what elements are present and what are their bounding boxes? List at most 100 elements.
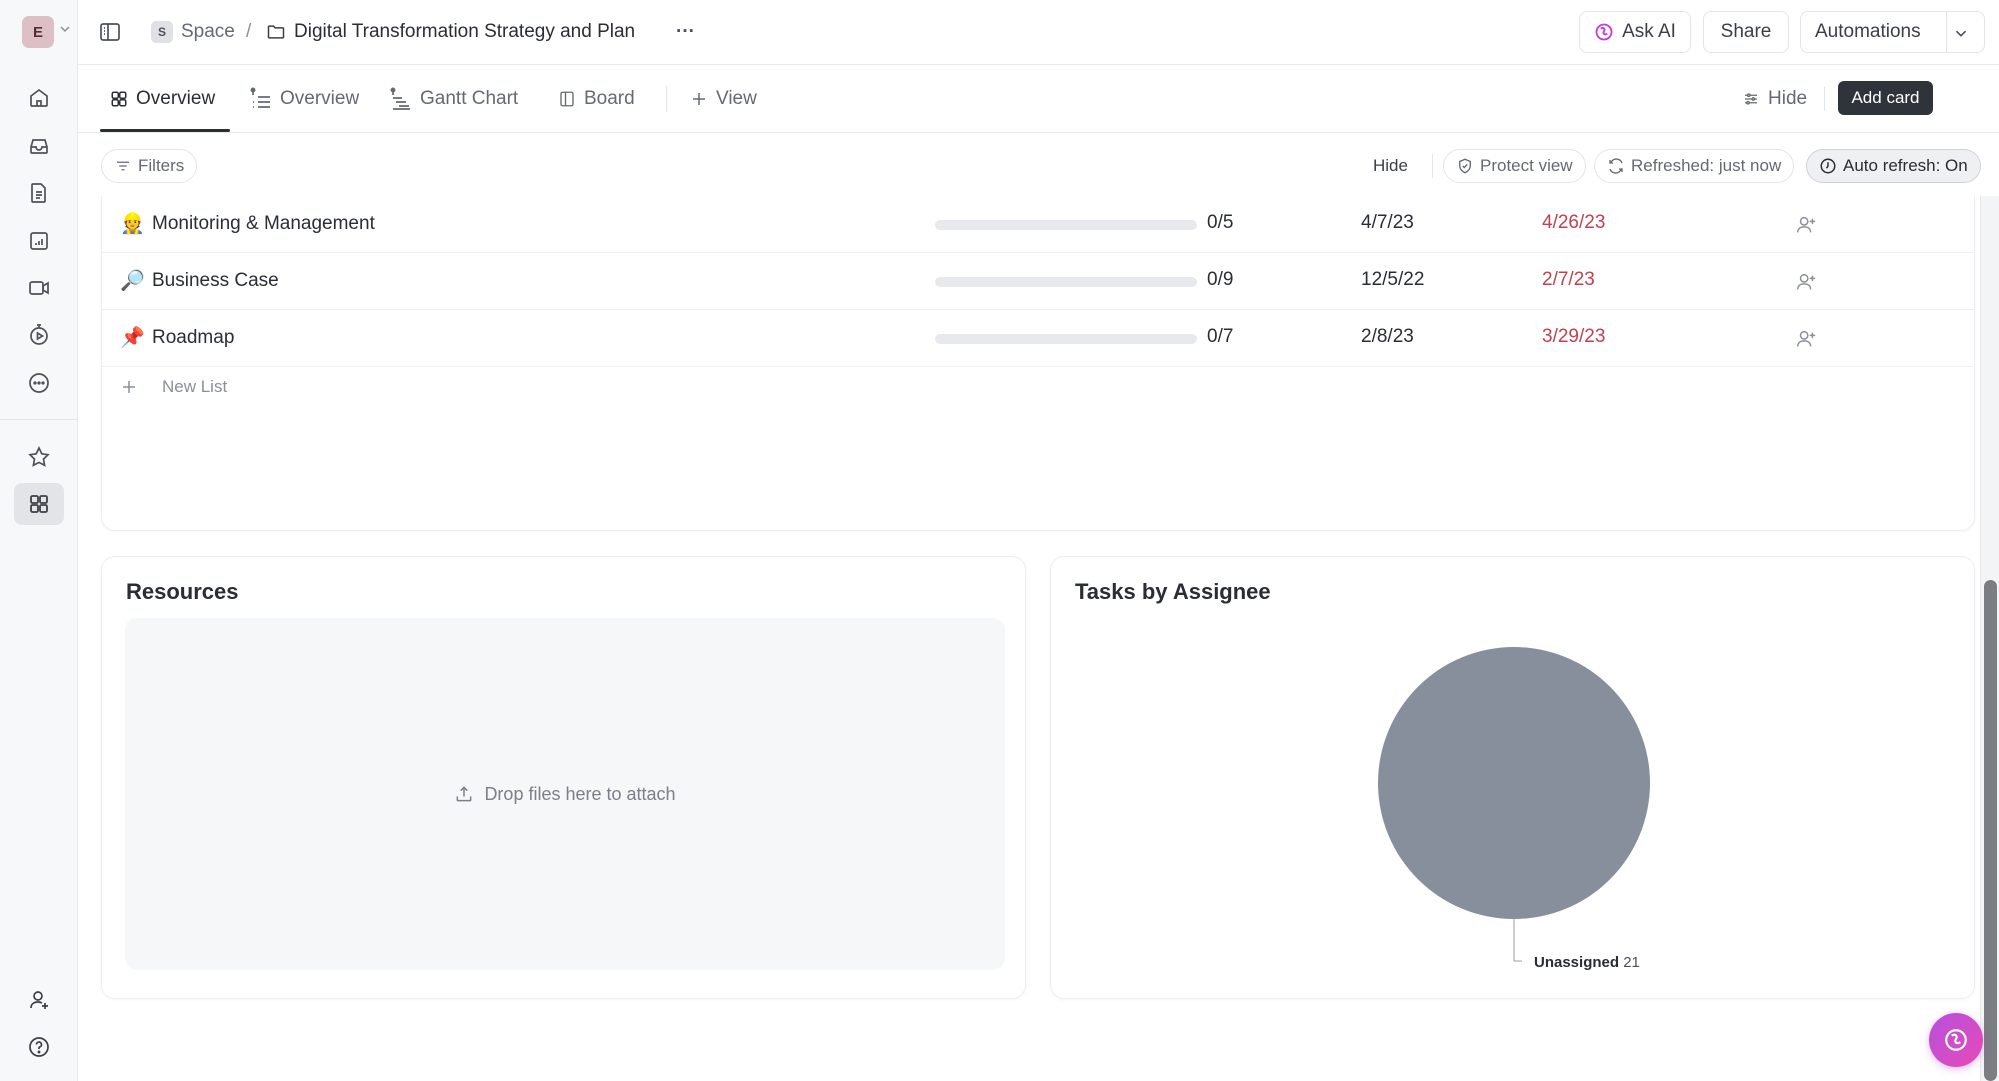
- active-tab-indicator: [100, 129, 230, 132]
- filter-icon: [117, 161, 129, 171]
- scrollbar-thumb[interactable]: [1984, 580, 1997, 1081]
- resources-card: Resources Drop files here to attach: [101, 556, 1026, 999]
- list-name[interactable]: Business Case: [152, 269, 279, 293]
- list-name[interactable]: Roadmap: [152, 326, 234, 350]
- clock-icon: [1820, 158, 1836, 174]
- add-assignee-icon[interactable]: [1795, 271, 1817, 293]
- add-assignee-icon[interactable]: [1795, 328, 1817, 350]
- file-dropzone[interactable]: Drop files here to attach: [125, 618, 1005, 970]
- sidebar: E: [0, 0, 78, 1081]
- sidebar-dashboards[interactable]: [22, 224, 56, 258]
- folder-icon: [267, 25, 285, 39]
- workspace-chevron-down-icon[interactable]: [58, 22, 72, 36]
- filters-button[interactable]: Filters: [101, 149, 198, 183]
- dashboard-grid-icon: [111, 91, 127, 106]
- space-badge: S: [151, 21, 173, 43]
- more-circle-icon: [29, 373, 49, 393]
- add-assignee-icon[interactable]: [1795, 214, 1817, 236]
- auto-refresh-label: Auto refresh: On: [1843, 156, 1968, 175]
- automations-label: Automations: [1815, 21, 1921, 42]
- tab-overview-list[interactable]: Overview: [250, 65, 359, 132]
- plus-icon: [123, 381, 135, 393]
- pie-data-label: Unassigned 21: [1534, 954, 1640, 971]
- share-button[interactable]: Share: [1703, 11, 1789, 53]
- inbox-icon: [30, 139, 48, 154]
- protect-view-button[interactable]: Protect view: [1443, 149, 1586, 183]
- star-icon: [28, 446, 50, 467]
- tab-overview-dashboard[interactable]: Overview: [110, 65, 215, 132]
- list-emoji-icon: 👷: [120, 213, 145, 235]
- list-row[interactable]: 👷 Monitoring & Management 0/5 4/7/23 4/26/23: [102, 196, 1974, 253]
- start-date[interactable]: 2/8/23: [1361, 326, 1414, 348]
- pie-chart: Unassigned 21: [1378, 647, 1650, 971]
- automations-dropdown[interactable]: [1950, 22, 1972, 44]
- hide-filter-button[interactable]: Hide: [1373, 156, 1408, 176]
- add-view-button[interactable]: View: [690, 65, 757, 132]
- automations-divider: [1946, 12, 1947, 52]
- sidebar-help[interactable]: [22, 1030, 56, 1064]
- hide-cards-button[interactable]: Hide: [1742, 65, 1807, 132]
- due-date[interactable]: 4/26/23: [1542, 212, 1605, 234]
- video-camera-icon: [29, 281, 49, 295]
- progress-bar: [935, 334, 1197, 344]
- refresh-button[interactable]: Refreshed: just now: [1594, 149, 1795, 183]
- sidebar-inbox[interactable]: [22, 129, 56, 163]
- sidebar-spaces[interactable]: [14, 483, 64, 525]
- tabbar-divider: [1824, 87, 1825, 111]
- sidebar-home[interactable]: [22, 81, 56, 115]
- document-icon: [31, 183, 46, 203]
- plus-icon: [693, 92, 705, 105]
- resources-title: Resources: [126, 579, 239, 604]
- add-card-button[interactable]: Add card: [1838, 81, 1933, 115]
- pie-slice[interactable]: [1378, 647, 1650, 919]
- due-date[interactable]: 2/7/23: [1542, 269, 1595, 291]
- due-date[interactable]: 3/29/23: [1542, 326, 1605, 348]
- filters-label: Filters: [138, 156, 185, 175]
- new-list-button[interactable]: New List: [120, 372, 227, 402]
- view-tabs: Overview Overview Gantt Chart Board View…: [78, 65, 1999, 133]
- sidebar-invite[interactable]: [22, 983, 56, 1017]
- list-name[interactable]: Monitoring & Management: [152, 212, 375, 236]
- page-scrollbar[interactable]: [1980, 196, 1999, 1081]
- shield-check-icon: [1459, 158, 1471, 174]
- start-date[interactable]: 4/7/23: [1361, 212, 1414, 234]
- list-row[interactable]: 🔎 Business Case 0/9 12/5/22 2/7/23: [102, 253, 1974, 310]
- pinned-list-icon: [250, 87, 270, 108]
- list-row[interactable]: 📌 Roadmap 0/7 2/8/23 3/29/23: [102, 310, 1974, 367]
- sidebar-more[interactable]: [22, 366, 56, 400]
- auto-refresh-toggle[interactable]: Auto refresh: On: [1806, 149, 1981, 183]
- breadcrumb-folder[interactable]: Digital Transformation Strategy and Plan: [266, 0, 635, 64]
- lists-card: 👷 Monitoring & Management 0/5 4/7/23 4/26/23…: [101, 196, 1975, 531]
- ai-brain-icon: [1945, 1029, 1967, 1051]
- new-list-label: New List: [162, 377, 228, 396]
- breadcrumb-space[interactable]: S Space: [151, 0, 235, 64]
- ask-ai-label: Ask AI: [1622, 21, 1676, 42]
- sidebar-toggle[interactable]: [98, 20, 122, 44]
- breadcrumb-more-button[interactable]: ···: [676, 0, 695, 64]
- pie-label-value: 21: [1623, 954, 1640, 971]
- tasks-by-assignee-card: Tasks by Assignee Unassigned 21: [1050, 556, 1975, 999]
- sidebar-divider: [0, 419, 78, 420]
- list-emoji-icon: 📌: [120, 327, 145, 349]
- ask-ai-button[interactable]: Ask AI: [1579, 11, 1691, 53]
- sidebar-favorites[interactable]: [22, 440, 56, 474]
- tab-label: Gantt Chart: [420, 87, 519, 109]
- add-view-label: View: [716, 87, 757, 109]
- ai-assistant-fab[interactable]: [1929, 1013, 1983, 1067]
- bar-chart-icon: [30, 232, 48, 250]
- pinned-gantt-icon: [390, 87, 410, 110]
- chevron-down-icon: [1955, 30, 1967, 37]
- breadcrumb-separator: /: [246, 21, 252, 42]
- sidebar-clips[interactable]: [22, 271, 56, 305]
- tab-gantt-chart[interactable]: Gantt Chart: [390, 65, 518, 132]
- tab-board[interactable]: Board: [558, 65, 635, 132]
- tabs-divider: [666, 86, 667, 112]
- pie-leader-line: [1513, 919, 1522, 962]
- sidebar-docs[interactable]: [22, 176, 56, 210]
- sidebar-timesheets[interactable]: [22, 318, 56, 352]
- workspace-avatar[interactable]: E: [22, 16, 54, 48]
- progress-count: 0/9: [1207, 269, 1234, 290]
- start-date[interactable]: 12/5/22: [1361, 269, 1424, 291]
- sliders-icon: [1745, 92, 1757, 105]
- tab-label: Overview: [280, 87, 360, 109]
